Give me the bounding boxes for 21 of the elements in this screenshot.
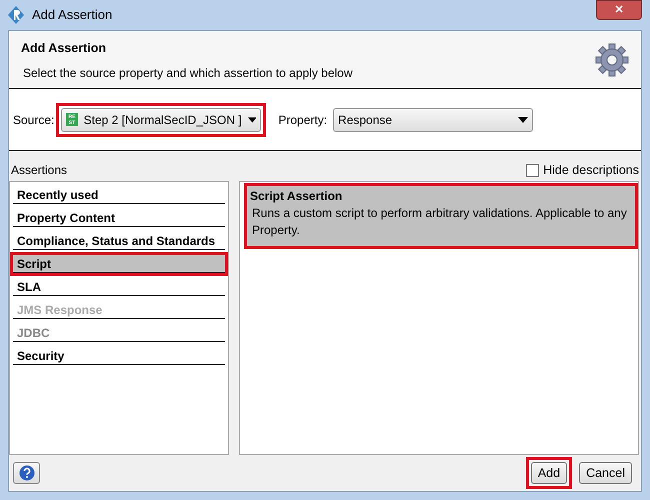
caret-icon [518,116,528,122]
window-title: Add Assertion [32,6,114,24]
app-logo-icon [8,6,24,24]
header-title: Add Assertion [21,40,107,57]
gear-icon [595,43,629,77]
assertions-label: Assertions [11,162,68,179]
close-button[interactable]: ✕ [596,0,642,20]
source-label: Source: [13,112,54,128]
caret-icon [248,116,256,122]
property-dropdown[interactable]: Response [333,108,534,132]
header-subtitle: Select the source property and which assertion to apply below [22,64,354,82]
help-icon [18,465,34,481]
category-item[interactable]: Script [13,255,225,273]
assertion-title: Script Assertion [250,188,344,205]
hide-descriptions-checkbox[interactable]: Hide descriptions [526,160,639,180]
dialog-button[interactable]: Cancel [579,462,632,484]
property-label: Property: [278,112,328,128]
assertion-item[interactable]: Script Assertion Runs a custom script to perform arbitrary validations. Applicable to any Property. [247,186,635,246]
dialog-button[interactable]: Add [530,462,568,484]
help-button[interactable] [13,462,40,484]
assertion-description: Runs a custom script to perform arbitrary validations. Applicable to any Property. [251,205,628,239]
